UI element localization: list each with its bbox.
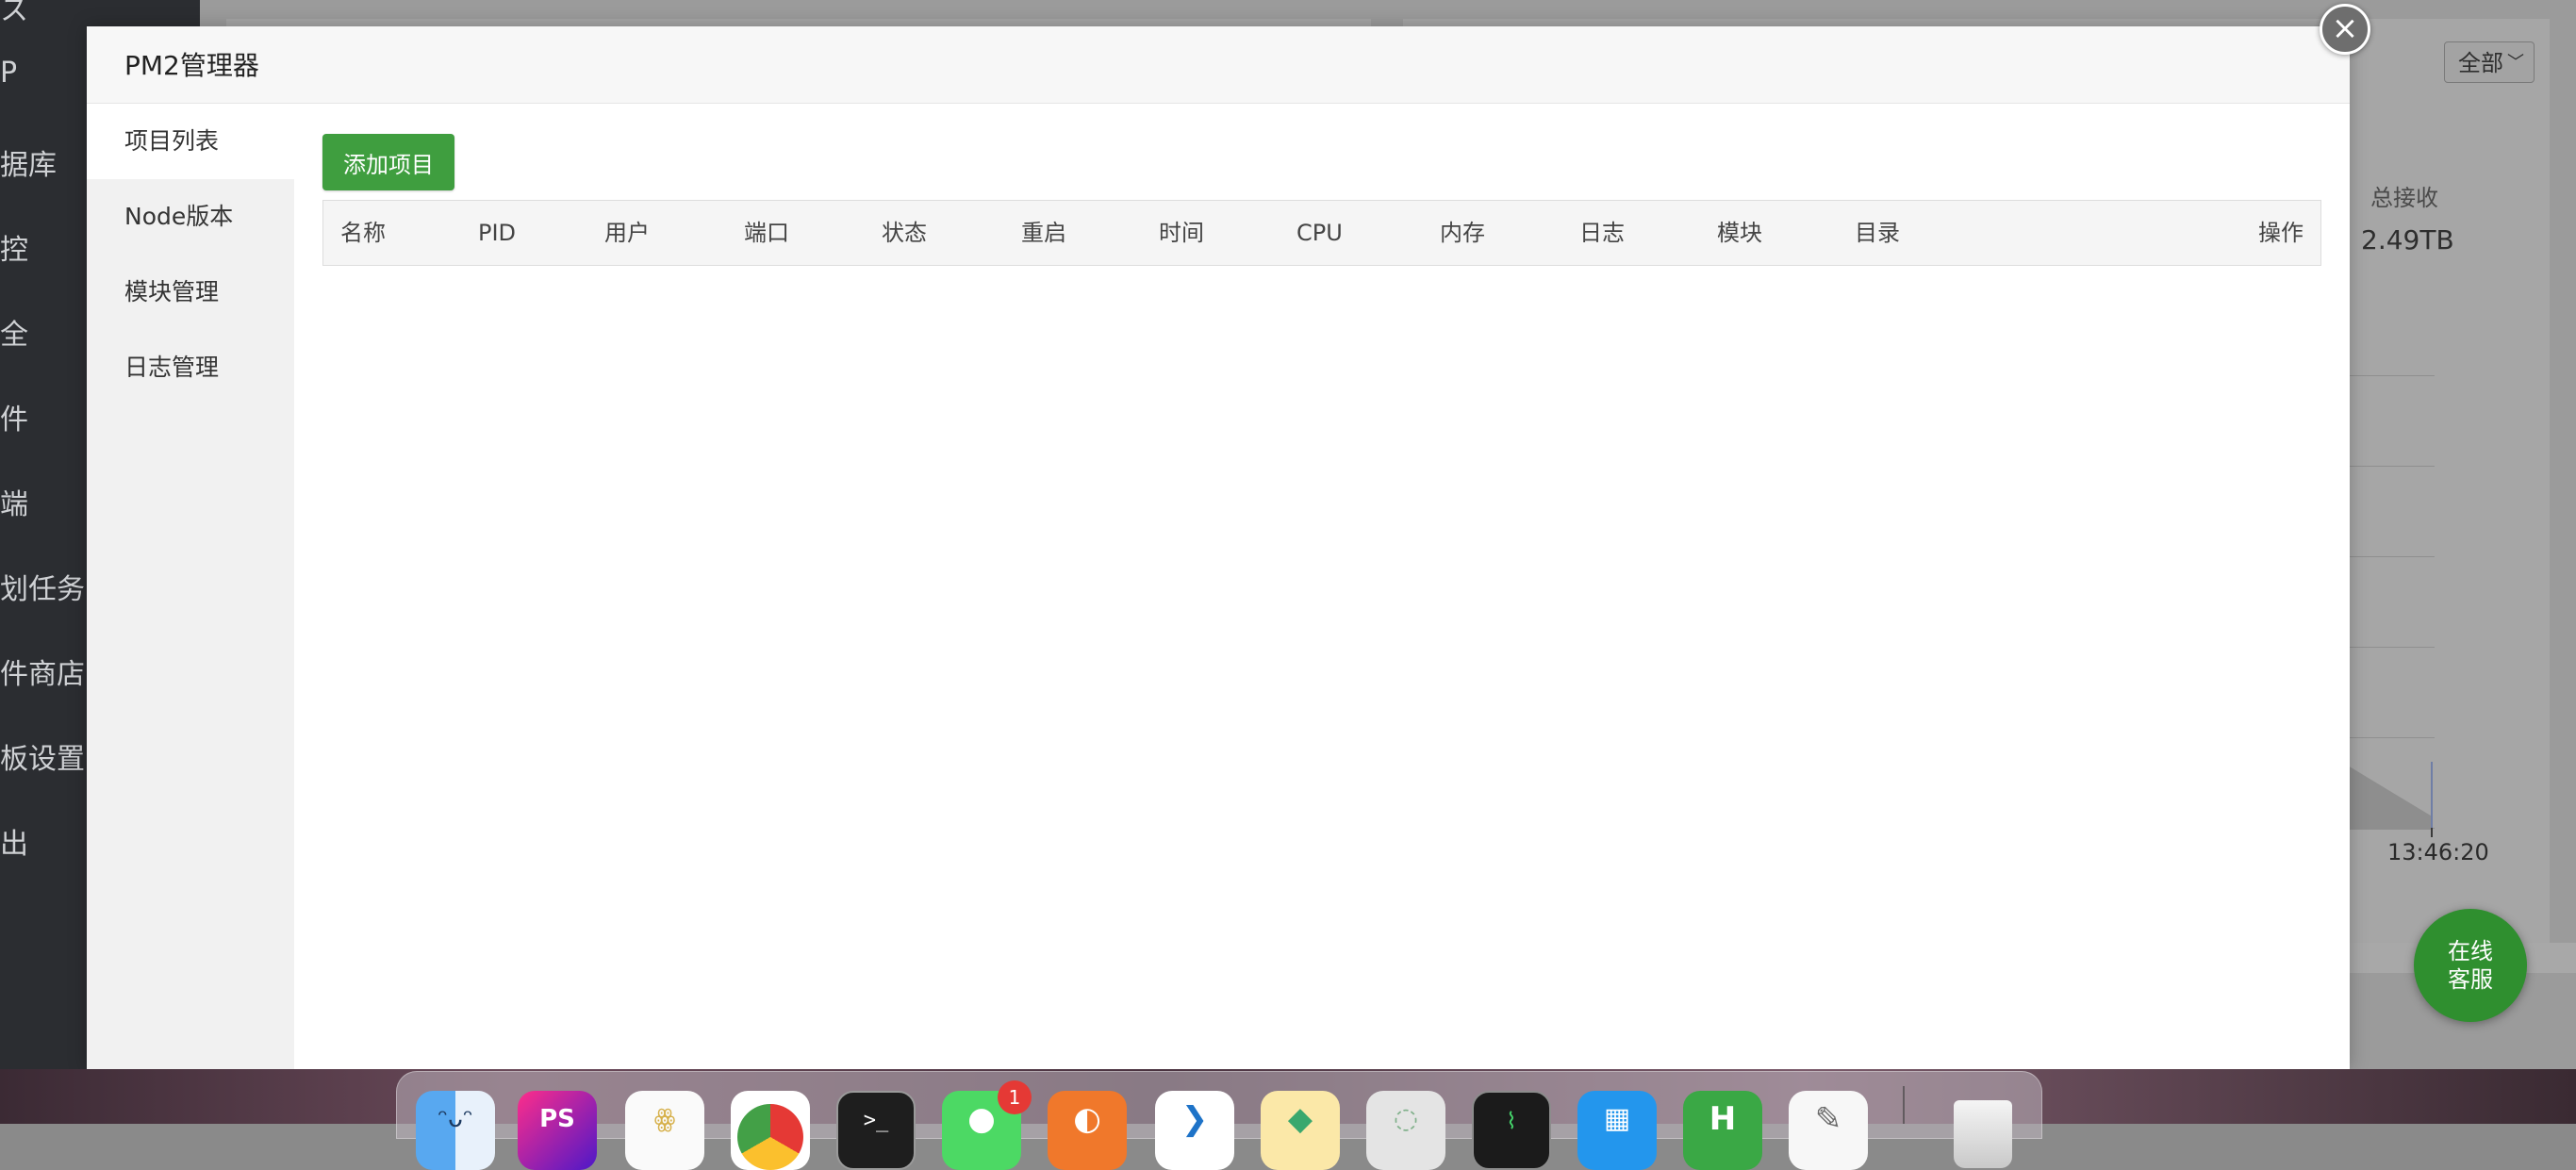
finder-icon[interactable]: ᵔᴗᵔ [416, 1091, 495, 1170]
filter-select[interactable]: 全部 ﹀ [2444, 41, 2535, 83]
tab-project-list[interactable]: 项目列表 [87, 104, 294, 179]
bg-sidebar-item: ス [0, 0, 28, 27]
project-table-header: 名称 PID 用户 端口 状态 重启 时间 CPU 内存 日志 模块 目录 操作 [322, 200, 2321, 266]
dock: ᵔᴗᵔ PS ꙮ >_ ● ◐ ❯ ◆ ◌ ⌇ ▦ H ✎ [396, 1071, 2042, 1170]
service-label-line2: 客服 [2448, 966, 2493, 993]
column-header-memory: 内存 [1440, 220, 1485, 246]
column-header-actions: 操作 [2258, 220, 2304, 246]
bg-sidebar-item: 件 [0, 404, 28, 437]
activity-monitor-icon[interactable]: ⌇ [1472, 1091, 1551, 1170]
trash-icon[interactable] [1943, 1091, 2023, 1170]
dock-divider [1903, 1086, 1905, 1124]
wechat-badge: 1 [998, 1080, 1032, 1114]
column-header-time: 时间 [1159, 220, 1204, 246]
modal-sidebar: 项目列表 Node版本 模块管理 日志管理 [87, 104, 294, 1069]
column-header-status: 状态 [882, 220, 927, 246]
bg-sidebar-item: 控 [0, 234, 28, 267]
add-project-button[interactable]: 添加项目 [322, 134, 454, 190]
column-header-user: 用户 [604, 220, 650, 246]
column-header-cpu: CPU [1296, 220, 1343, 246]
terminal-icon[interactable]: >_ [836, 1091, 916, 1170]
bg-sidebar-item: 端 [0, 488, 28, 521]
total-received-label: 总接收 [2370, 185, 2438, 211]
column-header-port: 端口 [744, 220, 789, 246]
chart-gridline [2348, 375, 2435, 376]
chevron-down-icon: ﹀ [2507, 53, 2524, 73]
column-header-module: 模块 [1717, 220, 1762, 246]
tab-module-management[interactable]: 模块管理 [87, 255, 294, 330]
column-header-directory: 目录 [1855, 220, 1900, 246]
pm2-manager-modal: PM2管理器 项目列表 Node版本 模块管理 日志管理 添加项目 名称 PID… [87, 26, 2350, 1069]
app-icon[interactable]: ◌ [1366, 1091, 1445, 1170]
app-icon[interactable]: ◐ [1048, 1091, 1127, 1170]
chart-line [2431, 762, 2433, 828]
chart-gridline [2348, 556, 2435, 557]
chrome-icon[interactable] [731, 1091, 810, 1170]
close-icon[interactable]: × [2320, 4, 2370, 55]
bg-sidebar-item: 全 [0, 319, 28, 352]
column-header-log: 日志 [1579, 220, 1625, 246]
bg-sidebar-item: 出 [0, 828, 28, 861]
hbuilder-icon[interactable]: H [1683, 1091, 1762, 1170]
bg-sidebar-item: 板设置 [0, 743, 85, 776]
chart-time-label: 13:46:20 [2387, 839, 2489, 865]
tab-log-management[interactable]: 日志管理 [87, 330, 294, 405]
column-header-name: 名称 [340, 220, 386, 246]
app-icon[interactable]: ◆ [1261, 1091, 1340, 1170]
modal-title: PM2管理器 [124, 50, 259, 81]
online-service-button[interactable]: 在线 客服 [2414, 909, 2527, 1022]
column-header-pid: PID [478, 220, 517, 246]
service-label-line1: 在线 [2448, 938, 2493, 964]
modal-header: PM2管理器 [87, 26, 2350, 104]
chrome-logo [737, 1104, 803, 1170]
app-icon[interactable]: ꙮ [625, 1091, 704, 1170]
total-received-value: 2.49TB [2361, 224, 2454, 255]
bg-sidebar-item: 据库 [0, 149, 57, 182]
bg-sidebar-item: P [0, 57, 18, 90]
chart-gridline [2348, 647, 2435, 648]
chart-axis-tick [2431, 828, 2433, 837]
vscode-icon[interactable]: ❯ [1155, 1091, 1234, 1170]
bg-sidebar-item: 件商店 [0, 658, 85, 691]
chart-gridline [2348, 466, 2435, 467]
tab-node-version[interactable]: Node版本 [87, 179, 294, 255]
bg-sidebar-item: 划任务 [0, 573, 85, 606]
textedit-icon[interactable]: ✎ [1789, 1091, 1868, 1170]
chart-gridline [2348, 737, 2435, 738]
trash-can-shape [1954, 1100, 2012, 1168]
phpstorm-icon[interactable]: PS [518, 1091, 597, 1170]
column-header-restart: 重启 [1021, 220, 1066, 246]
docker-icon[interactable]: ▦ [1577, 1091, 1657, 1170]
